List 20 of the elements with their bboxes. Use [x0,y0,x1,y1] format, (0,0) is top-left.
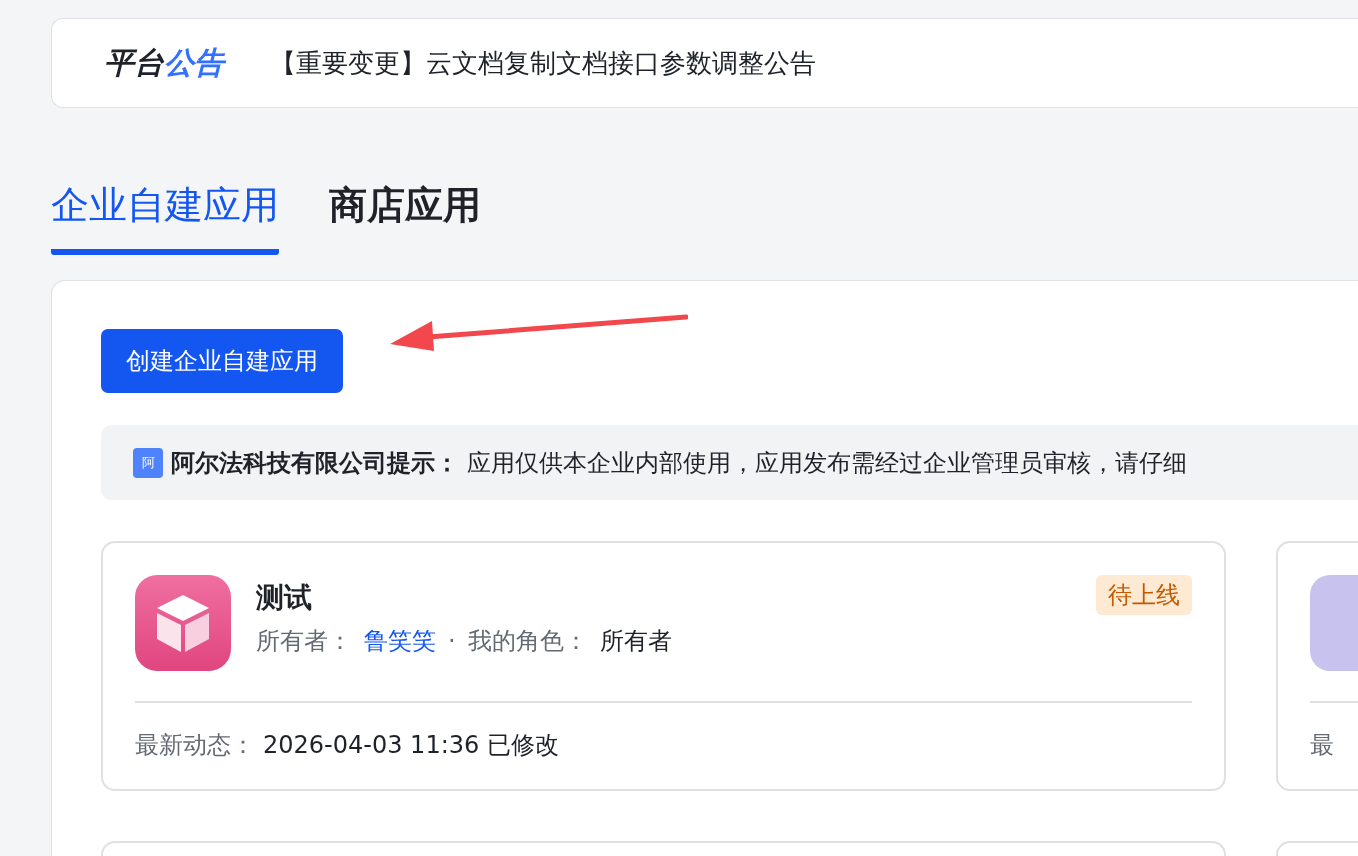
separator-dot: · [448,627,456,655]
tab[interactable]: 企业自建应用 [51,180,279,255]
owner-link[interactable]: 鲁笑笑 [364,625,436,657]
cube-icon [135,575,231,671]
activity-label: 最 [1310,730,1334,761]
activity-label: 最新动态： [135,730,255,761]
role-label: 我的角色： [467,626,588,657]
announcement-link[interactable]: 【重要变更】云文档复制文档接口参数调整公告 [270,45,816,81]
create-app-button[interactable]: 创建企业自建应用 [101,329,343,393]
app-name: 测试 [256,580,313,616]
tab[interactable]: 商店应用 [329,180,481,255]
activity-value: 2026-04-03 11:36 已修改 [263,730,559,761]
app-card[interactable]: 最 [1276,541,1358,791]
app-card[interactable]: 测试 所有者： 鲁笑笑 · 我的角色： 所有者 待上线 最新动态： 2026-04-03 11:36 已修改 [101,541,1226,791]
notice-title: 阿尔法科技有限公司提示： [171,447,459,479]
status-tag: 待上线 [1096,575,1192,615]
company-badge: 阿 [133,447,163,478]
role-value: 所有者 [599,626,672,657]
notice-text: 应用仅供本企业内部使用，应用发布需经过企业管理员审核，请仔细 [467,447,1187,479]
owner-label: 所有者： [256,626,352,657]
